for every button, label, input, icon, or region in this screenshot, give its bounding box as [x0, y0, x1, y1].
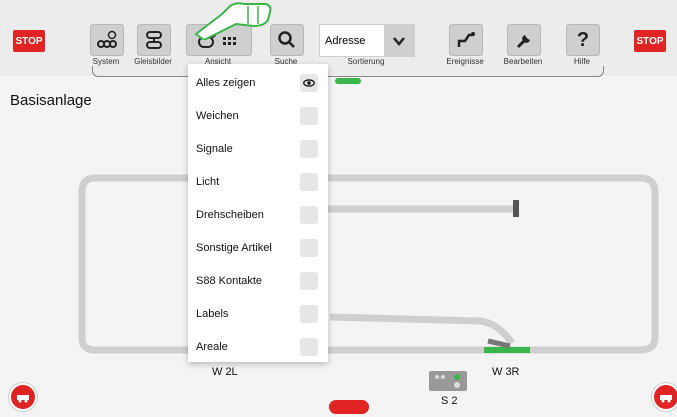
menu-item-drehscheiben[interactable]: Drehscheiben: [188, 198, 328, 231]
switch-w3r-route[interactable]: [484, 347, 530, 353]
locomotive-icon: [660, 395, 672, 403]
menu-item-label: Sonstige Artikel: [196, 241, 272, 254]
menu-item-label: Drehscheiben: [196, 208, 264, 221]
track-layout-canvas: [78, 174, 659, 354]
checkbox[interactable]: [300, 271, 318, 290]
eye-icon[interactable]: [300, 73, 318, 92]
ansicht-dropdown-menu: Alles zeigen Weichen Signale Licht Drehs…: [188, 64, 328, 362]
menu-item-areale[interactable]: Areale: [188, 330, 328, 363]
menu-item-label: Alles zeigen: [196, 76, 256, 89]
menu-item-label: S88 Kontakte: [196, 274, 263, 287]
signal-s2[interactable]: [429, 371, 467, 391]
locomotive-button-right[interactable]: [652, 383, 677, 411]
menu-item-s88-kontakte[interactable]: S88 Kontakte: [188, 264, 328, 297]
menu-item-signale[interactable]: Signale: [188, 132, 328, 165]
locomotive-icon: [17, 395, 29, 403]
bottom-panel-handle[interactable]: [329, 400, 369, 414]
checkbox[interactable]: [300, 238, 318, 257]
menu-item-weichen[interactable]: Weichen: [188, 99, 328, 132]
signal-icon: [435, 374, 460, 388]
menu-item-label: Labels: [196, 307, 229, 320]
switch-label-w2l: W 2L: [212, 366, 238, 378]
menu-item-label: Weichen: [196, 109, 239, 122]
menu-item-alles-zeigen[interactable]: Alles zeigen: [188, 66, 328, 99]
menu-item-label: Licht: [196, 175, 220, 188]
checkbox[interactable]: [300, 106, 318, 125]
menu-item-label: Signale: [196, 142, 233, 155]
checkbox[interactable]: [300, 205, 318, 224]
locomotive-button-left[interactable]: [9, 383, 37, 411]
signal-label-s2: S 2: [441, 395, 458, 407]
checkbox[interactable]: [300, 304, 318, 323]
menu-item-sonstige-artikel[interactable]: Sonstige Artikel: [188, 231, 328, 264]
menu-item-labels[interactable]: Labels: [188, 297, 328, 330]
menu-item-label: Areale: [196, 340, 228, 353]
checkbox[interactable]: [300, 172, 318, 191]
checkbox[interactable]: [300, 337, 318, 356]
checkbox[interactable]: [300, 139, 318, 158]
buffer-stop: [513, 200, 519, 217]
menu-item-licht[interactable]: Licht: [188, 165, 328, 198]
switch-label-w3r: W 3R: [492, 366, 520, 378]
